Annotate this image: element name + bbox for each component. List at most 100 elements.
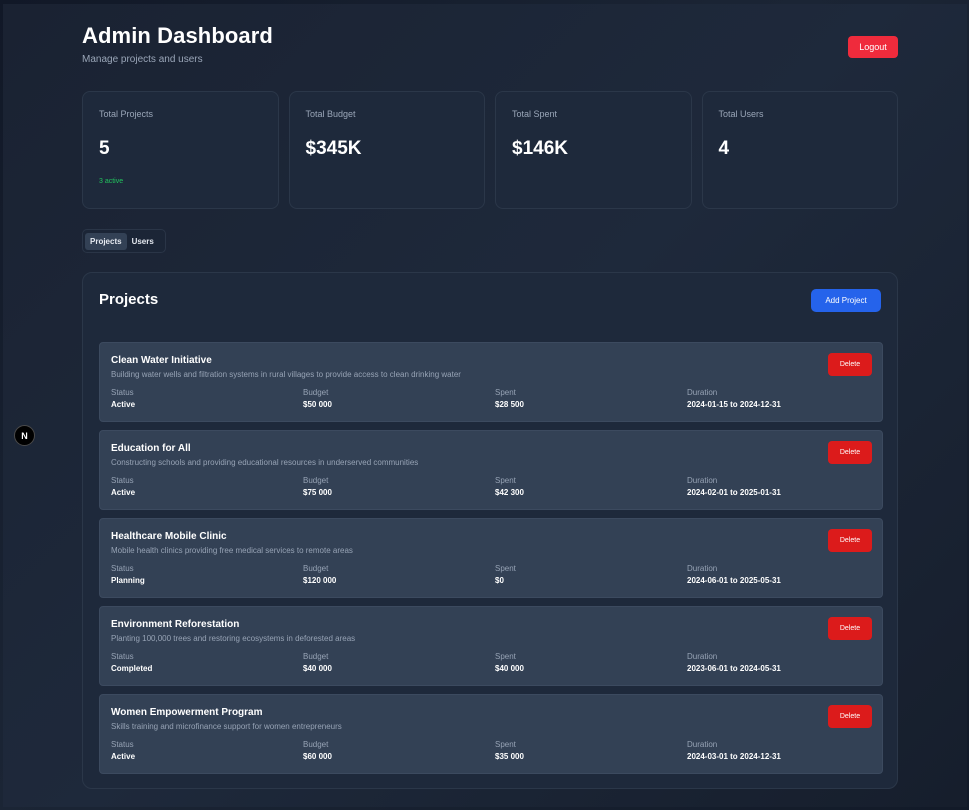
delete-project-button[interactable]: Delete <box>828 529 872 552</box>
field-label: Status <box>111 564 134 573</box>
stat-label: Total Projects <box>99 109 154 119</box>
field-value: $120 000 <box>303 576 337 585</box>
field-value: $40 000 <box>303 664 332 673</box>
field-value: Completed <box>111 664 153 673</box>
field-label: Duration <box>687 476 718 485</box>
tab-projects[interactable]: Projects <box>85 232 127 250</box>
field-value: $42 300 <box>495 488 524 497</box>
field-value: Active <box>111 752 136 761</box>
project-card: Education for All Constructing schools a… <box>99 430 883 510</box>
field-status: Status Completed <box>111 652 152 675</box>
project-card: Women Empowerment Program Skills trainin… <box>99 694 883 774</box>
project-name: Clean Water Initiative <box>111 355 212 366</box>
project-name: Healthcare Mobile Clinic <box>111 531 227 542</box>
stat-value: 4 <box>718 138 730 159</box>
stat-label: Total Budget <box>305 109 356 119</box>
field-value: $75 000 <box>303 488 332 497</box>
field-value: $40 000 <box>495 664 524 673</box>
delete-project-button[interactable]: Delete <box>828 441 872 464</box>
field-duration: Duration 2023-06-01 to 2024-05-31 <box>687 652 781 675</box>
stat-sub: 3 active <box>99 178 124 185</box>
tab-users[interactable]: Users <box>127 233 159 250</box>
project-description: Mobile health clinics providing free med… <box>111 546 353 555</box>
project-card: Clean Water Initiative Building water we… <box>99 342 883 422</box>
field-label: Spent <box>495 388 516 397</box>
field-duration: Duration 2024-01-15 to 2024-12-31 <box>687 388 781 411</box>
stat-label: Total Users <box>718 109 764 119</box>
page-header: Admin Dashboard Manage projects and user… <box>82 22 898 72</box>
field-value: $28 500 <box>495 400 524 409</box>
project-description: Planting 100,000 trees and restoring eco… <box>111 634 356 643</box>
field-label: Status <box>111 652 134 661</box>
project-list: Clean Water Initiative Building water we… <box>99 342 883 782</box>
field-spent: Spent $0 <box>495 564 516 587</box>
field-label: Budget <box>303 476 329 485</box>
field-label: Spent <box>495 476 516 485</box>
projects-panel: Projects Add Project Clean Water Initiat… <box>82 272 898 789</box>
field-value: $0 <box>495 576 504 585</box>
tab-bar: Projects Users <box>82 229 166 253</box>
field-duration: Duration 2024-02-01 to 2025-01-31 <box>687 476 781 499</box>
field-duration: Duration 2024-03-01 to 2024-12-31 <box>687 740 781 763</box>
add-project-button[interactable]: Add Project <box>811 289 881 312</box>
stat-value: $146K <box>512 138 568 159</box>
field-spent: Spent $35 000 <box>495 740 524 763</box>
field-status: Status Planning <box>111 564 145 587</box>
project-description: Building water wells and filtration syst… <box>111 370 461 379</box>
project-card: Healthcare Mobile Clinic Mobile health c… <box>99 518 883 598</box>
field-label: Spent <box>495 740 516 749</box>
field-value: Active <box>111 488 136 497</box>
stat-card-total-spent: Total Spent $146K <box>495 91 692 209</box>
field-value: $50 000 <box>303 400 332 409</box>
field-label: Budget <box>303 388 329 397</box>
field-value: 2024-03-01 to 2024-12-31 <box>687 752 781 761</box>
field-value: 2023-06-01 to 2024-05-31 <box>687 664 781 673</box>
page-title: Admin Dashboard <box>82 23 273 48</box>
delete-project-button[interactable]: Delete <box>828 705 872 728</box>
stat-value: 5 <box>99 138 110 159</box>
field-label: Duration <box>687 388 718 397</box>
field-label: Duration <box>687 564 718 573</box>
project-description: Skills training and microfinance support… <box>111 722 342 731</box>
field-label: Status <box>111 388 134 397</box>
logout-button[interactable]: Logout <box>848 36 898 58</box>
project-description: Constructing schools and providing educa… <box>111 458 419 467</box>
field-spent: Spent $40 000 <box>495 652 524 675</box>
project-name: Environment Reforestation <box>111 619 240 630</box>
field-value: $35 000 <box>495 752 524 761</box>
field-status: Status Active <box>111 740 135 763</box>
project-name: Education for All <box>111 443 191 454</box>
stat-card-total-projects: Total Projects 5 3 active <box>82 91 279 209</box>
field-duration: Duration 2024-06-01 to 2025-05-31 <box>687 564 781 587</box>
field-budget: Budget $40 000 <box>303 652 332 675</box>
field-value: $60 000 <box>303 752 332 761</box>
delete-project-button[interactable]: Delete <box>828 617 872 640</box>
field-value: 2024-06-01 to 2025-05-31 <box>687 576 781 585</box>
field-status: Status Active <box>111 388 135 411</box>
project-card: Environment Reforestation Planting 100,0… <box>99 606 883 686</box>
delete-project-button[interactable]: Delete <box>828 353 872 376</box>
stats-row: Total Projects 5 3 active Total Budget $… <box>82 91 898 209</box>
field-label: Duration <box>687 740 718 749</box>
field-value: 2024-01-15 to 2024-12-31 <box>687 400 781 409</box>
field-value: Active <box>111 400 136 409</box>
field-value: 2024-02-01 to 2025-01-31 <box>687 488 781 497</box>
field-label: Spent <box>495 564 516 573</box>
field-label: Spent <box>495 652 516 661</box>
field-label: Duration <box>687 652 718 661</box>
stat-card-total-budget: Total Budget $345K <box>288 91 485 209</box>
field-spent: Spent $28 500 <box>495 388 524 411</box>
nextjs-icon[interactable]: N <box>14 425 35 446</box>
field-status: Status Active <box>111 476 135 499</box>
field-label: Budget <box>303 652 329 661</box>
field-label: Status <box>111 476 134 485</box>
field-value: Planning <box>111 576 145 585</box>
field-label: Budget <box>303 740 329 749</box>
stat-value: $345K <box>305 138 362 159</box>
field-budget: Budget $60 000 <box>303 740 332 763</box>
stat-label: Total Spent <box>512 109 558 119</box>
project-name: Women Empowerment Program <box>111 707 263 718</box>
field-budget: Budget $120 000 <box>303 564 336 587</box>
field-budget: Budget $50 000 <box>303 388 332 411</box>
panel-title: Projects <box>99 291 159 308</box>
